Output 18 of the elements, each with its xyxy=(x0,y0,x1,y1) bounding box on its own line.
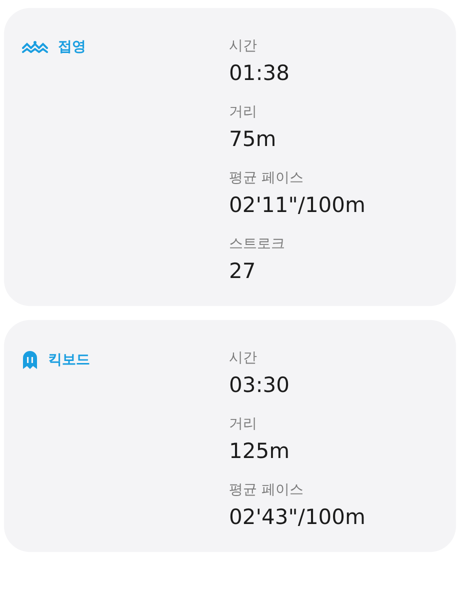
exercise-name: 킥보드 xyxy=(48,351,90,369)
stat-value: 125m xyxy=(229,438,290,465)
stat-value: 02'43"/100m xyxy=(229,504,366,531)
stat-value: 01:38 xyxy=(229,60,290,87)
stat-label: 평균 페이스 xyxy=(229,481,304,500)
swimmer-icon xyxy=(22,41,48,53)
stat-label: 스트로크 xyxy=(229,235,285,254)
stat-label: 시간 xyxy=(229,349,257,368)
stat-label: 거리 xyxy=(229,103,257,122)
stat-value: 02'11"/100m xyxy=(229,192,366,219)
stat-value: 75m xyxy=(229,126,276,153)
stat-label: 평균 페이스 xyxy=(229,169,304,188)
stat-value: 03:30 xyxy=(229,372,290,399)
exercise-name: 접영 xyxy=(58,38,86,56)
stat-value: 27 xyxy=(229,258,256,285)
stat-label: 거리 xyxy=(229,415,257,434)
kickboard-icon xyxy=(22,350,38,370)
stat-label: 시간 xyxy=(229,37,257,56)
